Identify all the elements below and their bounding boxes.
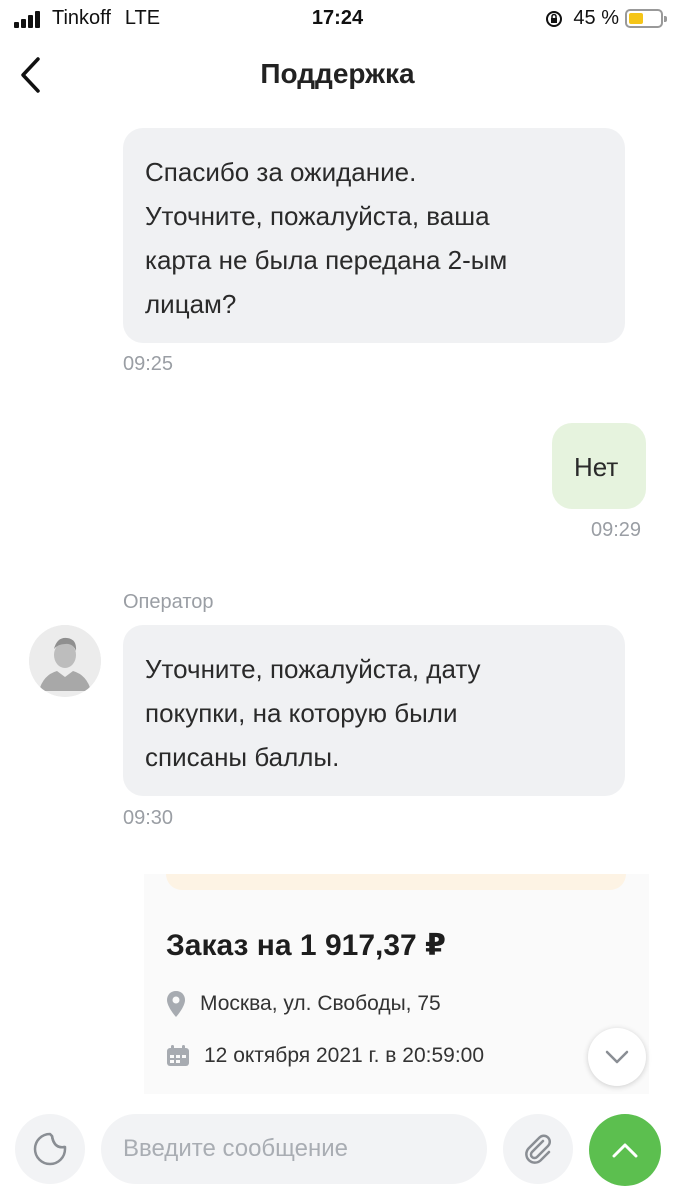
order-address-row: Москва, ул. Свободы, 75 — [166, 990, 441, 1018]
message-bubble-outgoing[interactable]: Нет — [552, 423, 646, 509]
message-line: Уточните, пожалуйста, дату — [145, 654, 481, 684]
message-line: списаны баллы. — [145, 742, 340, 772]
order-datetime: 12 октября 2021 г. в 20:59:00 — [204, 1044, 485, 1067]
status-bar: Tinkoff LTE 17:24 45 % — [0, 0, 675, 38]
send-button[interactable] — [589, 1114, 661, 1186]
order-address: Москва, ул. Свободы, 75 — [200, 992, 441, 1015]
message-bubble-incoming[interactable]: Спасибо за ожидание. Уточните, пожалуйст… — [123, 128, 625, 343]
message-line: покупки, на которую были — [145, 698, 458, 728]
input-bar — [0, 1100, 675, 1200]
paperclip-icon — [525, 1134, 551, 1164]
message-time: 09:29 — [591, 519, 642, 541]
message-line: лицам? — [145, 289, 237, 319]
person-icon — [29, 625, 101, 697]
chevron-down-icon — [605, 1050, 629, 1064]
message-time: 09:30 — [123, 807, 174, 829]
sticker-icon — [33, 1132, 67, 1166]
chevron-up-icon — [612, 1143, 638, 1158]
sticker-button[interactable] — [15, 1114, 85, 1184]
sender-name: Оператор — [123, 591, 214, 613]
message-line: Спасибо за ожидание. — [145, 157, 417, 187]
status-right: 45 % — [545, 7, 667, 30]
calendar-icon — [167, 1045, 189, 1066]
operator-avatar[interactable] — [29, 625, 101, 697]
card-top-strip — [166, 874, 626, 890]
battery-icon — [625, 9, 667, 28]
page-title: Поддержка — [260, 58, 415, 89]
location-pin-icon — [167, 991, 185, 1017]
message-line: карта не была передана 2-ым — [145, 245, 508, 275]
order-title: Заказ на 1 917,37 ₽ — [166, 929, 446, 962]
rotation-lock-icon — [546, 10, 563, 27]
scroll-down-button[interactable] — [588, 1028, 646, 1086]
message-line: Нет — [574, 452, 619, 482]
order-date-row: 12 октября 2021 г. в 20:59:00 — [166, 1044, 484, 1068]
message-input[interactable] — [101, 1114, 487, 1184]
message-time: 09:25 — [123, 353, 174, 375]
order-card[interactable]: Заказ на 1 917,37 ₽ Москва, ул. Свободы,… — [144, 874, 649, 1094]
nav-bar: Поддержка — [0, 38, 675, 114]
battery-percent: 45 % — [573, 7, 619, 29]
attach-button[interactable] — [503, 1114, 573, 1184]
message-line: Уточните, пожалуйста, ваша — [145, 201, 490, 231]
message-bubble-incoming[interactable]: Уточните, пожалуйста, дату покупки, на к… — [123, 625, 625, 796]
